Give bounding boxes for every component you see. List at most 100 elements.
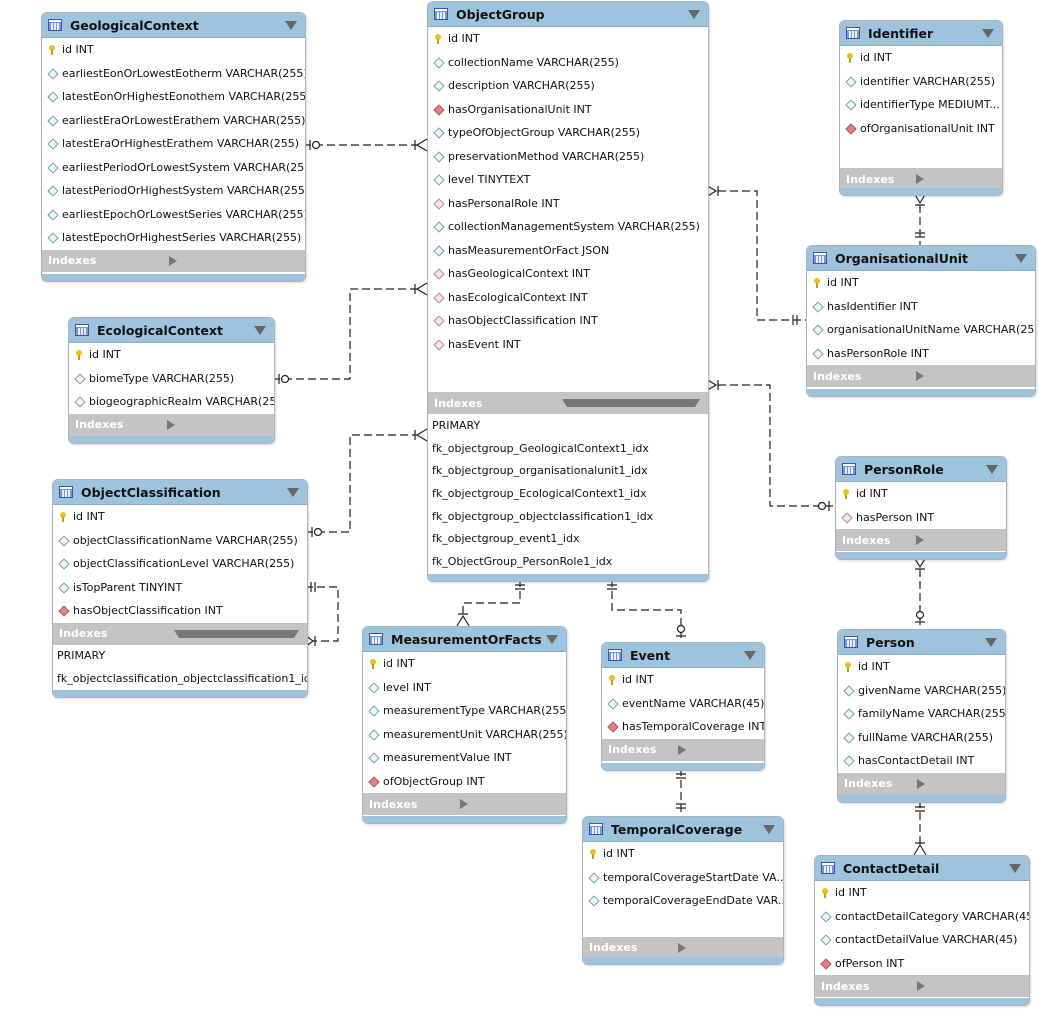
- column-row[interactable]: hasTemporalCoverage INT: [602, 715, 764, 739]
- column-row[interactable]: id INT: [807, 271, 1035, 295]
- index-row[interactable]: fk_objectgroup_objectclassification1_idx: [428, 505, 708, 528]
- indexes-bar[interactable]: Indexes: [69, 413, 274, 436]
- collapse-toggle-icon[interactable]: [254, 325, 266, 335]
- column-row[interactable]: id INT: [363, 652, 566, 676]
- table-object-classification[interactable]: ObjectClassification id INT objectClassifi…: [52, 479, 308, 698]
- column-row[interactable]: temporalCoverageStartDate VA...: [583, 866, 783, 890]
- table-header[interactable]: Identifier: [840, 21, 1002, 46]
- collapse-toggle-icon[interactable]: [287, 487, 299, 497]
- column-row[interactable]: measurementType VARCHAR(255): [363, 699, 566, 723]
- column-row[interactable]: objectClassificationLevel VARCHAR(255): [53, 552, 307, 576]
- table-header[interactable]: ContactDetail: [815, 856, 1029, 881]
- indexes-bar[interactable]: Indexes: [815, 975, 1029, 997]
- column-row[interactable]: id INT: [602, 668, 764, 692]
- indexes-bar[interactable]: Indexes: [363, 793, 566, 815]
- collapsed-arrow-icon[interactable]: [678, 744, 756, 755]
- column-row[interactable]: identifierType MEDIUMT...: [840, 93, 1002, 117]
- collapse-toggle-icon[interactable]: [985, 637, 997, 647]
- column-row[interactable]: preservationMethod VARCHAR(255): [428, 145, 708, 169]
- index-row[interactable]: fk_objectgroup_organisationalunit1_idx: [428, 459, 708, 482]
- table-header[interactable]: GeologicalContext: [42, 13, 305, 38]
- column-row[interactable]: ofObjectGroup INT: [363, 770, 566, 794]
- column-row[interactable]: ofPerson INT: [815, 952, 1029, 976]
- table-header[interactable]: MeasurementOrFacts: [363, 627, 566, 652]
- collapsed-arrow-icon[interactable]: [678, 942, 775, 953]
- collapsed-arrow-icon[interactable]: [166, 419, 267, 430]
- collapsed-arrow-icon[interactable]: [916, 174, 994, 184]
- index-row[interactable]: fk_ObjectGroup_PersonRole1_idx: [428, 550, 708, 573]
- collapsed-arrow-icon[interactable]: [459, 799, 559, 809]
- column-row[interactable]: level INT: [363, 676, 566, 700]
- column-row[interactable]: temporalCoverageEndDate VAR...: [583, 889, 783, 913]
- column-row[interactable]: hasObjectClassification INT: [428, 309, 708, 333]
- column-row[interactable]: objectClassificationName VARCHAR(255): [53, 529, 307, 553]
- column-row[interactable]: collectionName VARCHAR(255): [428, 51, 708, 75]
- column-row[interactable]: hasGeologicalContext INT: [428, 262, 708, 286]
- column-row[interactable]: id INT: [583, 842, 783, 866]
- column-row[interactable]: isTopParent TINYINT: [53, 576, 307, 600]
- table-header[interactable]: Person: [838, 630, 1005, 655]
- table-ecological-context[interactable]: EcologicalContext id INT biomeType VARCHAR…: [68, 317, 275, 444]
- collapsed-arrow-icon[interactable]: [168, 255, 298, 266]
- column-row[interactable]: id INT: [53, 505, 307, 529]
- table-object-group[interactable]: ObjectGroup id INT collectionName VARCHAR(…: [427, 1, 709, 582]
- collapse-toggle-icon[interactable]: [546, 634, 558, 644]
- collapsed-arrow-icon[interactable]: [916, 778, 998, 789]
- column-row[interactable]: latestEraOrHighestErathem VARCHAR(255): [42, 132, 305, 156]
- indexes-bar[interactable]: Indexes: [42, 249, 305, 272]
- index-row[interactable]: PRIMARY: [53, 645, 307, 668]
- indexes-bar[interactable]: Indexes: [807, 365, 1035, 387]
- collapsed-arrow-icon[interactable]: [917, 981, 1021, 991]
- indexes-bar[interactable]: Indexes: [53, 622, 307, 645]
- indexes-bar[interactable]: Indexes: [602, 738, 764, 761]
- table-person[interactable]: Person id INT givenName VARCHAR(255) family…: [837, 629, 1006, 803]
- column-row[interactable]: hasContactDetail INT: [838, 749, 1005, 773]
- column-row[interactable]: hasEvent INT: [428, 333, 708, 357]
- column-row[interactable]: contactDetailValue VARCHAR(45): [815, 928, 1029, 952]
- table-measurement-or-facts[interactable]: MeasurementOrFacts id INT level INT measure…: [362, 626, 567, 824]
- index-row[interactable]: fk_objectgroup_event1_idx: [428, 527, 708, 550]
- column-row[interactable]: hasPerson INT: [836, 506, 1006, 530]
- column-row[interactable]: measurementValue INT: [363, 746, 566, 770]
- index-row[interactable]: PRIMARY: [428, 414, 708, 437]
- column-row[interactable]: id INT: [42, 38, 305, 62]
- expanded-arrow-icon[interactable]: [562, 399, 700, 407]
- column-row[interactable]: givenName VARCHAR(255): [838, 679, 1005, 703]
- column-row[interactable]: collectionManagementSystem VARCHAR(255): [428, 215, 708, 239]
- collapse-toggle-icon[interactable]: [1009, 863, 1021, 873]
- indexes-bar[interactable]: Indexes: [840, 168, 1002, 190]
- column-row[interactable]: id INT: [838, 655, 1005, 679]
- collapse-toggle-icon[interactable]: [744, 650, 756, 660]
- table-header[interactable]: OrganisationalUnit: [807, 246, 1035, 271]
- column-row[interactable]: contactDetailCategory VARCHAR(45): [815, 905, 1029, 929]
- expanded-arrow-icon[interactable]: [174, 629, 299, 638]
- collapsed-arrow-icon[interactable]: [916, 535, 998, 545]
- column-row[interactable]: measurementUnit VARCHAR(255): [363, 723, 566, 747]
- column-row[interactable]: hasIdentifier INT: [807, 295, 1035, 319]
- indexes-bar[interactable]: Indexes: [836, 529, 1006, 551]
- table-header[interactable]: Event: [602, 643, 764, 668]
- table-temporal-coverage[interactable]: TemporalCoverage id INT temporalCoverageSt…: [582, 816, 784, 965]
- table-organisational-unit[interactable]: OrganisationalUnit id INT hasIdentifier IN…: [806, 245, 1036, 397]
- table-header[interactable]: ObjectGroup: [428, 2, 708, 27]
- table-identifier[interactable]: Identifier id INT identifier VARCHAR(255) i…: [839, 20, 1003, 196]
- column-row[interactable]: earliestEraOrLowestErathem VARCHAR(255): [42, 109, 305, 133]
- column-row[interactable]: level TINYTEXT: [428, 168, 708, 192]
- column-row[interactable]: earliestEpochOrLowestSeries VARCHAR(255): [42, 203, 305, 227]
- column-row[interactable]: identifier VARCHAR(255): [840, 70, 1002, 94]
- table-header[interactable]: ObjectClassification: [53, 480, 307, 505]
- column-row[interactable]: hasObjectClassification INT: [53, 599, 307, 623]
- table-contact-detail[interactable]: ContactDetail id INT contactDetailCategory…: [814, 855, 1030, 1006]
- collapse-toggle-icon[interactable]: [982, 28, 994, 38]
- table-header[interactable]: TemporalCoverage: [583, 817, 783, 842]
- indexes-bar[interactable]: Indexes: [428, 392, 708, 414]
- column-row[interactable]: hasOrganisationalUnit INT: [428, 98, 708, 122]
- table-event[interactable]: Event id INT eventName VARCHAR(45) hasTempo…: [601, 642, 765, 771]
- index-row[interactable]: fk_objectgroup_EcologicalContext1_idx: [428, 482, 708, 505]
- collapse-toggle-icon[interactable]: [688, 9, 700, 19]
- index-row[interactable]: fk_objectgroup_GeologicalContext1_idx: [428, 437, 708, 460]
- column-row[interactable]: earliestEonOrLowestEotherm VARCHAR(255): [42, 62, 305, 86]
- column-row[interactable]: biogeographicRealm VARCHAR(25): [69, 390, 274, 414]
- column-row[interactable]: id INT: [840, 46, 1002, 70]
- indexes-bar[interactable]: Indexes: [838, 772, 1005, 795]
